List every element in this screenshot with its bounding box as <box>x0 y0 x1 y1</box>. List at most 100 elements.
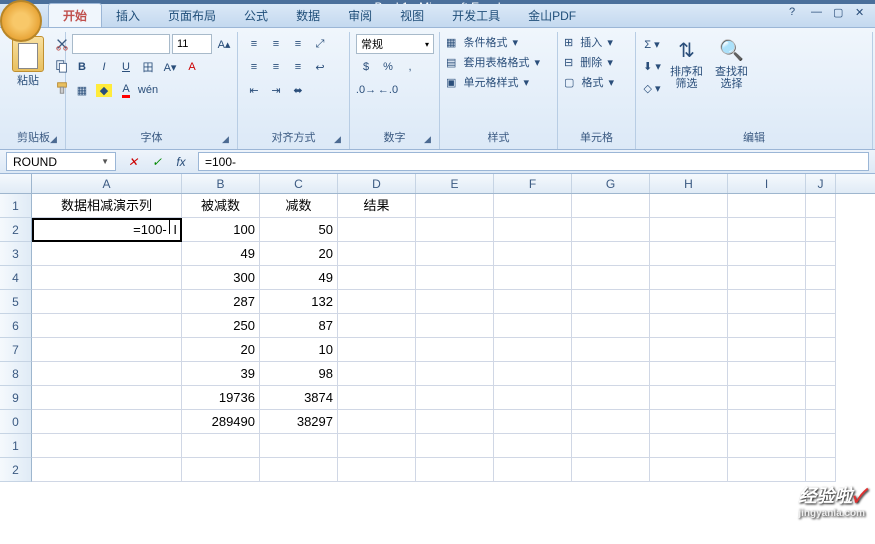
underline-button[interactable]: U <box>116 57 136 77</box>
align-bottom-button[interactable]: ≡ <box>288 34 308 54</box>
cell[interactable] <box>260 458 338 482</box>
name-box[interactable]: ROUND ▼ <box>6 152 116 171</box>
font-size-combo[interactable]: 11 <box>172 34 212 54</box>
cell[interactable] <box>416 386 494 410</box>
phonetic-button[interactable]: wén <box>138 80 158 100</box>
row-header[interactable]: 1 <box>0 434 32 458</box>
col-header-I[interactable]: I <box>728 174 806 193</box>
cell[interactable] <box>806 386 836 410</box>
spreadsheet-grid[interactable]: A B C D E F G H I J 1数据相减演示列被减数减数结果2=100… <box>0 174 875 544</box>
tab-data[interactable]: 数据 <box>282 4 334 27</box>
cell[interactable] <box>650 434 728 458</box>
tab-developer[interactable]: 开发工具 <box>438 4 514 27</box>
cell[interactable] <box>416 458 494 482</box>
cell[interactable] <box>416 266 494 290</box>
cell[interactable] <box>728 458 806 482</box>
cell[interactable]: 20 <box>182 338 260 362</box>
cell[interactable]: 结果 <box>338 194 416 218</box>
cell[interactable] <box>416 218 494 242</box>
cell[interactable] <box>32 290 182 314</box>
cell[interactable]: 50 <box>260 218 338 242</box>
cell[interactable] <box>32 434 182 458</box>
tab-view[interactable]: 视图 <box>386 4 438 27</box>
col-header-D[interactable]: D <box>338 174 416 193</box>
cell[interactable] <box>32 362 182 386</box>
minimize-icon[interactable]: — <box>811 6 825 18</box>
cell[interactable] <box>572 194 650 218</box>
cell[interactable] <box>650 458 728 482</box>
cell[interactable]: 289490 <box>182 410 260 434</box>
cell[interactable]: 10 <box>260 338 338 362</box>
cell[interactable] <box>650 410 728 434</box>
cell[interactable] <box>32 242 182 266</box>
cell[interactable] <box>806 434 836 458</box>
cell[interactable] <box>338 410 416 434</box>
cell[interactable] <box>572 434 650 458</box>
cell[interactable]: 被减数 <box>182 194 260 218</box>
formula-input[interactable]: =100- <box>198 152 869 171</box>
cell[interactable] <box>650 362 728 386</box>
cell[interactable]: 19736 <box>182 386 260 410</box>
increase-indent-button[interactable]: ⇥ <box>266 80 286 100</box>
cell[interactable] <box>32 458 182 482</box>
cell[interactable]: 287 <box>182 290 260 314</box>
row-header[interactable]: 6 <box>0 314 32 338</box>
cell[interactable] <box>416 434 494 458</box>
cell[interactable]: 20 <box>260 242 338 266</box>
office-button[interactable] <box>0 0 42 42</box>
cell[interactable] <box>806 410 836 434</box>
tab-pdf[interactable]: 金山PDF <box>514 4 590 27</box>
cell[interactable] <box>806 242 836 266</box>
currency-button[interactable]: $ <box>356 57 376 77</box>
cell[interactable] <box>494 194 572 218</box>
conditional-format-button[interactable]: ▦ 条件格式 ▾ <box>446 34 540 50</box>
cell[interactable] <box>728 194 806 218</box>
cell[interactable] <box>494 266 572 290</box>
row-header[interactable]: 3 <box>0 242 32 266</box>
clear-button[interactable]: ◇ ▾ <box>642 78 662 98</box>
find-select-button[interactable]: 🔍 查找和 选择 <box>711 34 752 92</box>
cell[interactable]: 98 <box>260 362 338 386</box>
row-header[interactable]: 1 <box>0 194 32 218</box>
font-color-button[interactable]: A <box>116 80 136 100</box>
cell[interactable] <box>572 242 650 266</box>
clipboard-launcher-icon[interactable]: ◢ <box>50 134 62 146</box>
cell[interactable] <box>338 458 416 482</box>
grow-font-button[interactable]: A▴ <box>214 34 234 54</box>
cell[interactable]: 49 <box>260 266 338 290</box>
cell[interactable] <box>728 314 806 338</box>
cell[interactable] <box>806 458 836 482</box>
cell[interactable] <box>338 290 416 314</box>
cell[interactable] <box>572 386 650 410</box>
cell[interactable] <box>650 242 728 266</box>
cell[interactable] <box>416 338 494 362</box>
cell[interactable] <box>572 290 650 314</box>
number-launcher-icon[interactable]: ◢ <box>424 134 436 146</box>
col-header-A[interactable]: A <box>32 174 182 193</box>
restore-icon[interactable]: ▢ <box>833 6 847 18</box>
cell[interactable] <box>572 314 650 338</box>
cell[interactable] <box>494 362 572 386</box>
cell[interactable]: 100 <box>182 218 260 242</box>
col-header-C[interactable]: C <box>260 174 338 193</box>
align-left-button[interactable]: ≡ <box>244 57 264 77</box>
cell[interactable] <box>806 194 836 218</box>
cell[interactable] <box>650 218 728 242</box>
cell[interactable] <box>182 434 260 458</box>
col-header-B[interactable]: B <box>182 174 260 193</box>
cell[interactable] <box>728 434 806 458</box>
fill-color-button[interactable]: A <box>182 57 202 77</box>
cell[interactable] <box>728 266 806 290</box>
row-header[interactable]: 2 <box>0 218 32 242</box>
font-launcher-icon[interactable]: ◢ <box>222 134 234 146</box>
align-center-button[interactable]: ≡ <box>266 57 286 77</box>
cell[interactable] <box>32 386 182 410</box>
cell[interactable] <box>494 242 572 266</box>
tab-formulas[interactable]: 公式 <box>230 4 282 27</box>
align-launcher-icon[interactable]: ◢ <box>334 134 346 146</box>
cell-styles-button[interactable]: ▣ 单元格样式 ▾ <box>446 74 540 90</box>
italic-button[interactable]: I <box>94 57 114 77</box>
cell[interactable] <box>338 242 416 266</box>
insert-cells-button[interactable]: ⊞ 插入 ▾ <box>564 34 614 50</box>
cell[interactable]: 250 <box>182 314 260 338</box>
